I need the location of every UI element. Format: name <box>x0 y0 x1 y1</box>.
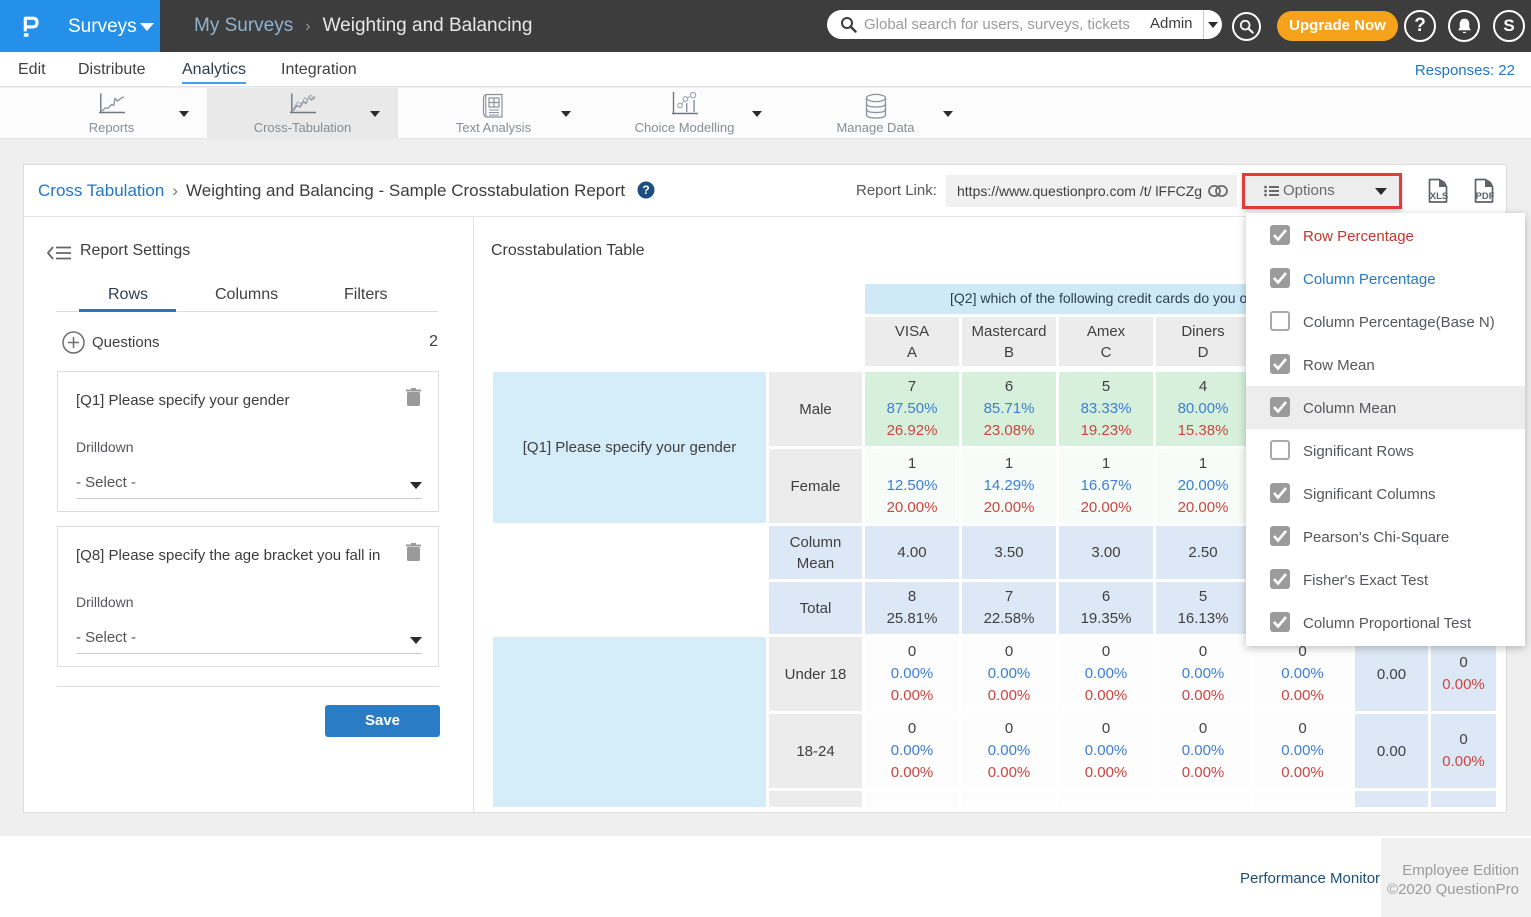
svg-text:XLS: XLS <box>1430 191 1448 202</box>
svg-text:PDF: PDF <box>1476 191 1495 202</box>
svg-text:?: ? <box>642 183 649 197</box>
